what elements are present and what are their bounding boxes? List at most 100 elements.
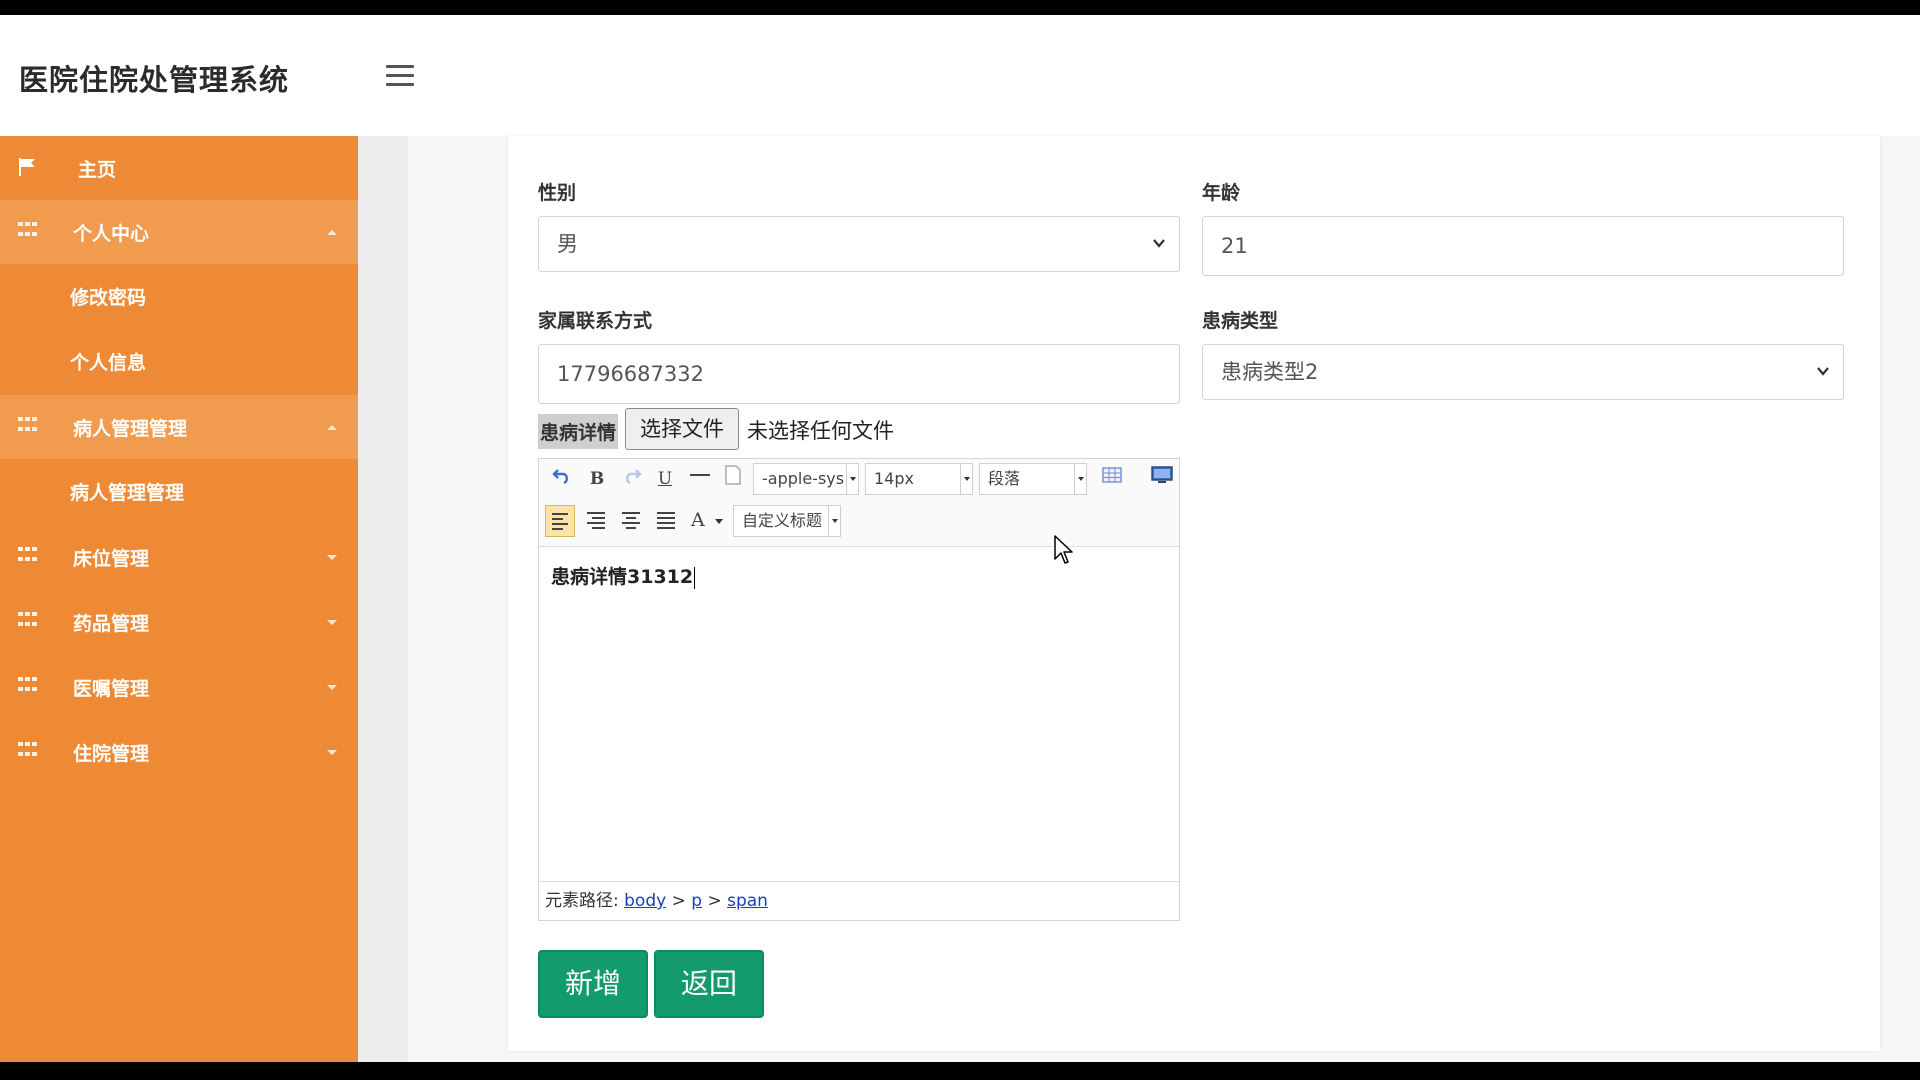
editor-content-area[interactable]: 患病详情31312: [539, 548, 1179, 881]
sidebar-subitem-patient-management[interactable]: 病人管理管理: [0, 459, 358, 523]
sidebar-subitem-change-password[interactable]: 修改密码: [0, 264, 358, 328]
sidebar-item-label: 个人中心: [73, 223, 150, 245]
disease-type-select[interactable]: 患病类型2: [1202, 344, 1844, 400]
gender-label: 性别: [538, 182, 577, 204]
dropdown-arrow-icon: [1074, 464, 1086, 494]
align-right-icon[interactable]: [583, 505, 609, 537]
add-button[interactable]: 新增: [538, 950, 648, 1018]
dropdown-arrow-icon: [828, 506, 840, 536]
path-separator: >: [707, 891, 722, 911]
sidebar-item-drug-management[interactable]: 药品管理: [0, 590, 358, 654]
align-left-icon[interactable]: [545, 505, 575, 537]
flag-icon: [19, 158, 35, 176]
sidebar-subitem-label: 修改密码: [70, 287, 147, 309]
font-size-select[interactable]: 14px: [865, 463, 973, 495]
horizontal-rule-icon[interactable]: [686, 465, 714, 493]
dropdown-arrow-icon: [846, 464, 858, 494]
disease-type-select-value: 患病类型2: [1221, 360, 1319, 384]
paragraph-select[interactable]: 段落: [979, 463, 1087, 495]
path-separator: >: [671, 891, 686, 911]
mouse-cursor-icon: [1054, 535, 1073, 564]
age-input-value: 21: [1221, 234, 1248, 258]
sidebar-item-home[interactable]: 主页: [0, 136, 358, 200]
rich-text-editor: B U -apple-sys 14px 段落 A 自定义标题 患病详情31312…: [538, 458, 1180, 921]
age-label: 年龄: [1202, 182, 1241, 204]
table-icon[interactable]: [1099, 465, 1125, 493]
main-content: 性别 男 年龄 21 家属联系方式 17796687332 患病类型 患病类型2: [408, 136, 1920, 1062]
family-contact-label: 家属联系方式: [538, 310, 653, 332]
choose-file-button[interactable]: 选择文件: [625, 408, 739, 450]
family-contact-input-value: 17796687332: [557, 362, 704, 386]
sidebar-item-label: 药品管理: [73, 613, 150, 635]
screen: 医院住院处管理系统 主页 个人中心 修改密码 个人信息 病人管理管理 病人管理管…: [0, 0, 1920, 1080]
underline-button[interactable]: U: [652, 465, 678, 493]
age-input[interactable]: 21: [1202, 216, 1844, 276]
gender-select[interactable]: 男: [538, 216, 1180, 272]
align-center-icon[interactable]: [618, 505, 644, 537]
sidebar-subitem-label: 个人信息: [70, 352, 147, 374]
menu-toggle-icon[interactable]: [386, 65, 414, 89]
editor-toolbar: B U -apple-sys 14px 段落 A 自定义标题: [539, 459, 1179, 547]
disease-type-label: 患病类型: [1202, 310, 1279, 332]
font-family-value: -apple-sys: [762, 469, 845, 488]
sidebar-item-label: 医嘱管理: [73, 678, 150, 700]
chevron-down-icon: [1153, 239, 1165, 248]
chevron-up-icon: [327, 230, 337, 235]
element-path-label: 元素路径:: [545, 891, 619, 911]
path-link-span[interactable]: span: [727, 891, 768, 911]
custom-heading-value: 自定义标题: [742, 511, 823, 530]
align-justify-icon[interactable]: [653, 505, 679, 537]
font-size-value: 14px: [874, 469, 914, 488]
path-link-body[interactable]: body: [624, 891, 666, 911]
chevron-down-icon: [327, 685, 337, 690]
grid-icon: [18, 677, 38, 695]
disease-detail-label: 患病详情: [538, 414, 619, 449]
chevron-down-icon: [1817, 367, 1829, 376]
dropdown-arrow-icon: [960, 464, 972, 494]
sidebar-item-label: 病人管理管理: [73, 418, 188, 440]
top-header: 医院住院处管理系统: [0, 15, 1920, 136]
path-link-p[interactable]: p: [691, 891, 702, 911]
custom-heading-select[interactable]: 自定义标题: [733, 505, 841, 537]
chevron-down-icon: [327, 555, 337, 560]
form-card: 性别 男 年龄 21 家属联系方式 17796687332 患病类型 患病类型2: [508, 136, 1880, 1051]
sidebar-item-label: 住院管理: [73, 743, 150, 765]
sidebar-item-patient-management[interactable]: 病人管理管理: [0, 395, 358, 459]
grid-icon: [18, 547, 38, 565]
back-button[interactable]: 返回: [654, 950, 764, 1018]
sidebar: 主页 个人中心 修改密码 个人信息 病人管理管理 病人管理管理 床位管理 药品管…: [0, 136, 358, 1062]
element-path-bar: 元素路径: body > p > span: [539, 881, 1179, 920]
sidebar-item-medical-orders[interactable]: 医嘱管理: [0, 655, 358, 719]
font-color-button[interactable]: A: [687, 506, 725, 534]
grid-icon: [18, 417, 38, 435]
font-color-label: A: [691, 509, 705, 531]
app-title: 医院住院处管理系统: [19, 63, 290, 97]
grid-icon: [18, 222, 38, 240]
font-family-select[interactable]: -apple-sys: [753, 463, 859, 495]
family-contact-input[interactable]: 17796687332: [538, 344, 1180, 404]
preview-icon[interactable]: [1149, 465, 1175, 493]
sidebar-item-personal-center[interactable]: 个人中心: [0, 200, 358, 264]
chevron-down-icon: [327, 620, 337, 625]
grid-icon: [18, 612, 38, 630]
bold-button[interactable]: B: [584, 465, 610, 493]
paragraph-value: 段落: [988, 469, 1021, 488]
undo-icon[interactable]: [549, 465, 575, 493]
page-icon[interactable]: [721, 465, 745, 493]
editor-text: 患病详情31312: [551, 566, 694, 588]
redo-icon[interactable]: [619, 465, 645, 493]
grid-icon: [18, 742, 38, 760]
gender-select-value: 男: [557, 232, 578, 256]
file-status-text: 未选择任何文件: [747, 419, 894, 443]
content-gutter: [358, 136, 408, 1062]
dropdown-arrow-icon: [714, 518, 723, 524]
sidebar-item-label: 床位管理: [73, 548, 150, 570]
chevron-up-icon: [327, 425, 337, 430]
sidebar-item-bed-management[interactable]: 床位管理: [0, 525, 358, 589]
sidebar-subitem-personal-info[interactable]: 个人信息: [0, 329, 358, 393]
sidebar-item-hospitalization[interactable]: 住院管理: [0, 720, 358, 784]
sidebar-subitem-label: 病人管理管理: [70, 482, 185, 504]
text-caret: [694, 566, 696, 589]
chevron-down-icon: [327, 750, 337, 755]
app-window: 医院住院处管理系统 主页 个人中心 修改密码 个人信息 病人管理管理 病人管理管…: [0, 15, 1920, 1062]
